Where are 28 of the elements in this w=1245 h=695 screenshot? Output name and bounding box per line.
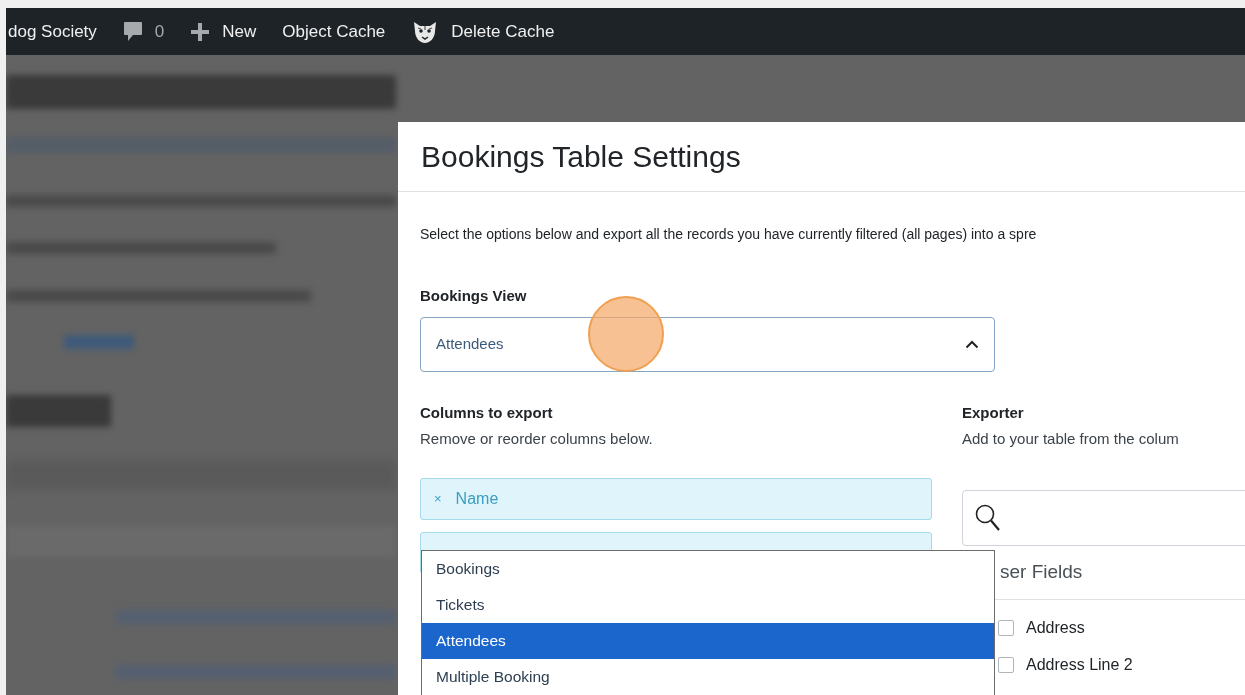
chip-label: Name <box>455 488 499 509</box>
section-hint: Add to your table from the colum <box>962 429 1180 449</box>
bookings-view-select[interactable]: Attendees <box>420 316 995 372</box>
intro-text: Select the options below and export all the records you have currently filtered (all pages) into a spre <box>420 225 1038 244</box>
dialog-title: Bookings Table Settings <box>421 139 741 175</box>
group-heading: ser Fields <box>999 559 1083 584</box>
dropdown-option[interactable]: Multiple Booking <box>422 659 994 695</box>
section-title: Columns to export <box>420 402 554 423</box>
section-title: Exporter <box>962 402 1025 423</box>
admin-bar-item[interactable]: Object Cache <box>282 18 386 45</box>
checkbox[interactable] <box>998 619 1014 636</box>
search-icon <box>975 503 1001 532</box>
checkbox[interactable] <box>998 656 1014 673</box>
admin-bar-item[interactable]: dog Society <box>8 18 97 45</box>
dropdown-option[interactable]: Tickets <box>422 587 994 623</box>
dropdown-option[interactable]: Bookings <box>422 551 994 587</box>
chevron-up-icon <box>965 339 979 349</box>
section-hint: Remove or reorder columns below. <box>420 429 654 449</box>
speech-bubble-icon <box>122 20 143 43</box>
dropdown-option[interactable]: Attendees <box>422 623 994 659</box>
field-label: Bookings View <box>420 286 528 306</box>
plus-icon <box>190 21 211 42</box>
search-field[interactable] <box>962 489 1245 546</box>
field-label: Address Line 2 <box>1026 654 1133 675</box>
admin-bar-item[interactable]: 0 <box>122 18 165 45</box>
admin-bar-item[interactable]: Delete Cache <box>411 18 555 45</box>
admin-bar-item[interactable]: New <box>190 18 257 45</box>
field-label: Address <box>1026 617 1085 638</box>
